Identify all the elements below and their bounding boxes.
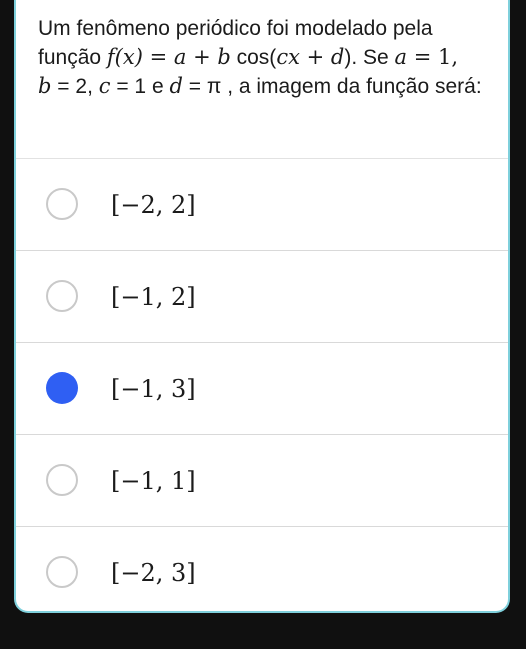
math-c: c <box>98 74 111 98</box>
radio-button[interactable] <box>46 463 78 496</box>
question-and: e <box>146 75 170 98</box>
math-cx: cx <box>276 45 300 69</box>
radio-button[interactable] <box>46 187 78 220</box>
math-equals: = <box>142 45 174 69</box>
math-fx: f(x) <box>106 45 143 69</box>
answer-label: [−1, 3] <box>111 374 196 403</box>
question-condition: . Se <box>351 46 395 69</box>
question-card: Um fenômeno periódico foi modelado pela … <box>14 0 510 613</box>
answer-option[interactable]: [−2, 2] <box>16 159 508 251</box>
answer-option-selected[interactable]: [−1, 3] <box>16 343 508 435</box>
radio-button-selected[interactable] <box>46 371 78 404</box>
math-cos: cos( <box>230 46 277 69</box>
answer-options: [−2, 2] [−1, 2] [−1, 3] [−1, 1] [−2, 3] <box>16 159 508 611</box>
math-c-value: = 1 <box>110 75 147 98</box>
math-plus: + <box>299 45 331 69</box>
answer-label: [−2, 2] <box>111 190 196 219</box>
math-b: b <box>217 45 231 69</box>
math-plus: + <box>186 45 218 69</box>
answer-label: [−2, 3] <box>111 558 196 587</box>
answer-option[interactable]: [−2, 3] <box>16 527 508 611</box>
math-a: a <box>394 45 408 69</box>
answer-option[interactable]: [−1, 2] <box>16 251 508 343</box>
answer-option[interactable]: [−1, 1] <box>16 435 508 527</box>
math-b: b <box>38 74 52 98</box>
math-d-value: = π <box>182 75 222 98</box>
math-d: d <box>330 45 345 69</box>
math-a-value: = 1, <box>407 45 459 69</box>
math-b-value: = 2, <box>51 75 99 98</box>
radio-button[interactable] <box>46 555 78 588</box>
answer-label: [−1, 2] <box>111 282 196 311</box>
question-text: Um fenômeno periódico foi modelado pela … <box>16 0 508 144</box>
math-d: d <box>169 74 183 98</box>
question-ask: , a imagem da função será: <box>221 75 482 98</box>
math-a: a <box>173 45 187 69</box>
answer-label: [−1, 1] <box>111 466 196 495</box>
radio-button[interactable] <box>46 279 78 312</box>
